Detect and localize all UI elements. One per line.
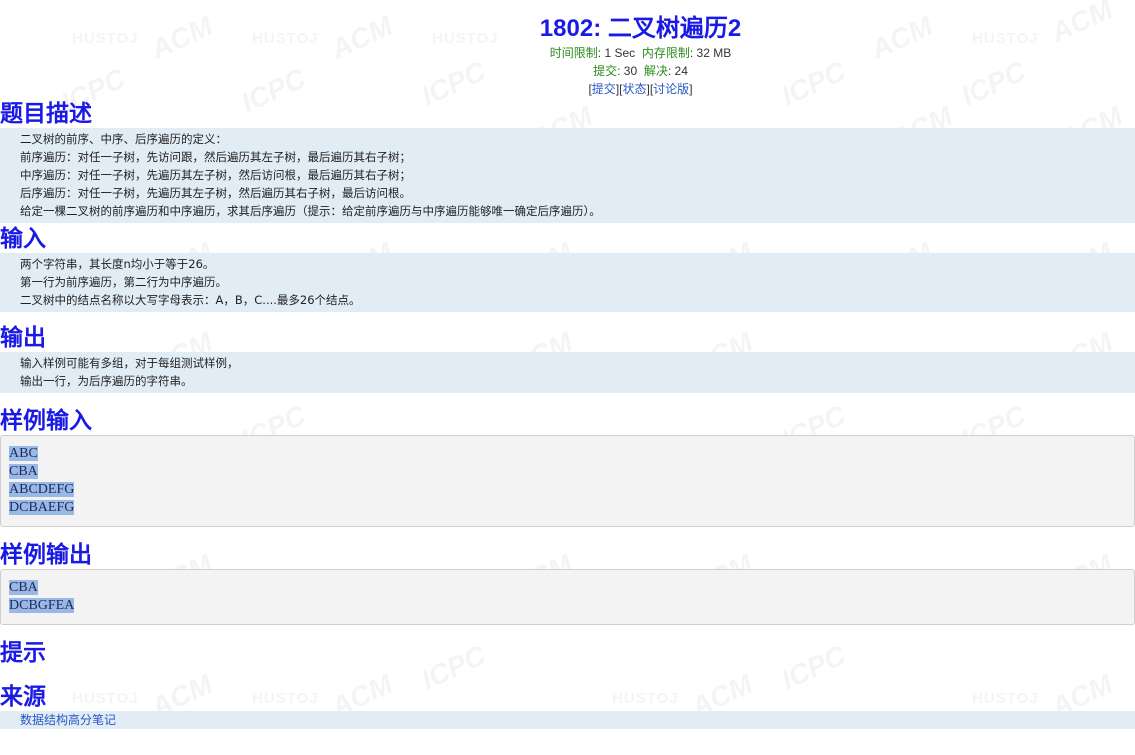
- description-line: 后序遍历：对任一子树，先遍历其左子树，然后遍历其右子树，最后访问根。: [20, 186, 411, 200]
- submit-link[interactable]: 提交: [592, 82, 616, 96]
- sample-input-line: DCBAEFG: [9, 500, 75, 515]
- time-limit-value: 1 Sec: [604, 46, 636, 60]
- source-heading: 来源: [0, 683, 46, 709]
- solved-count-label: 解决: [643, 64, 668, 78]
- sample-output-line: DCBGFEA: [9, 598, 75, 613]
- status-link[interactable]: 状态: [622, 82, 646, 96]
- discuss-link[interactable]: 讨论版: [653, 82, 689, 96]
- problem-title: 1802: 二叉树遍历2: [539, 15, 742, 42]
- source-link[interactable]: 数据结构高分笔记: [20, 713, 116, 727]
- submit-count-label: 提交: [593, 64, 618, 78]
- sample-input-line: ABC: [9, 446, 38, 461]
- description-line: 给定一棵二叉树的前序遍历和中序遍历，求其后序遍历（提示：给定前序遍历与中序遍历能…: [20, 204, 601, 218]
- source-box: 数据结构高分笔记: [0, 711, 1135, 729]
- description-box: 二叉树的前序、中序、后序遍历的定义： 前序遍历：对任一子树，先访问跟，然后遍历其…: [0, 128, 1135, 223]
- description-line: 前序遍历：对任一子树，先访问跟，然后遍历其左子树，最后遍历其右子树；: [20, 150, 411, 164]
- problem-page: 1802: 二叉树遍历2 时间限制: 1 Sec 内存限制: 32 MB 提交:…: [0, 0, 1135, 729]
- action-links: [提交][状态][讨论版]: [588, 82, 693, 96]
- memory-limit-value: 32 MB: [696, 46, 732, 60]
- stats-line: 提交: 30 解决: 24: [593, 64, 688, 78]
- memory-limit-label: 内存限制: [641, 46, 690, 60]
- submit-count-value: 30: [623, 64, 638, 78]
- output-line: 输入样例可能有多组，对于每组测试样例，: [20, 356, 239, 370]
- input-line: 两个字符串，其长度n均小于等于26。: [20, 257, 215, 271]
- output-heading: 输出: [0, 324, 46, 350]
- description-line: 中序遍历：对任一子树，先遍历其左子树，然后访问根，最后遍历其右子树；: [20, 168, 411, 182]
- input-line: 第一行为前序遍历，第二行为中序遍历。: [20, 275, 227, 289]
- input-box: 两个字符串，其长度n均小于等于26。 第一行为前序遍历，第二行为中序遍历。 二叉…: [0, 253, 1135, 312]
- description-line: 二叉树的前序、中序、后序遍历的定义：: [20, 132, 227, 146]
- sample-input-line: CBA: [9, 464, 38, 479]
- limits-line: 时间限制: 1 Sec 内存限制: 32 MB: [549, 46, 732, 60]
- solved-count-value: 24: [674, 64, 688, 78]
- problem-header: 1802: 二叉树遍历2 时间限制: 1 Sec 内存限制: 32 MB 提交:…: [146, 0, 1135, 98]
- hint-heading: 提示: [0, 639, 46, 665]
- description-heading: 题目描述: [0, 100, 92, 126]
- sample-output-heading: 样例输出: [0, 541, 92, 567]
- input-line: 二叉树中的结点名称以大写字母表示：A，B，C....最多26个结点。: [20, 293, 361, 307]
- sample-input-box[interactable]: ABC CBA ABCDEFG DCBAEFG: [0, 435, 1135, 527]
- sample-input-line: ABCDEFG: [9, 482, 75, 497]
- time-limit-label: 时间限制: [549, 46, 598, 60]
- sample-input-heading: 样例输入: [0, 407, 92, 433]
- output-line: 输出一行，为后序遍历的字符串。: [20, 374, 193, 388]
- input-heading: 输入: [0, 225, 46, 251]
- output-box: 输入样例可能有多组，对于每组测试样例， 输出一行，为后序遍历的字符串。: [0, 352, 1135, 393]
- sample-output-box[interactable]: CBA DCBGFEA: [0, 569, 1135, 625]
- sample-output-line: CBA: [9, 580, 38, 595]
